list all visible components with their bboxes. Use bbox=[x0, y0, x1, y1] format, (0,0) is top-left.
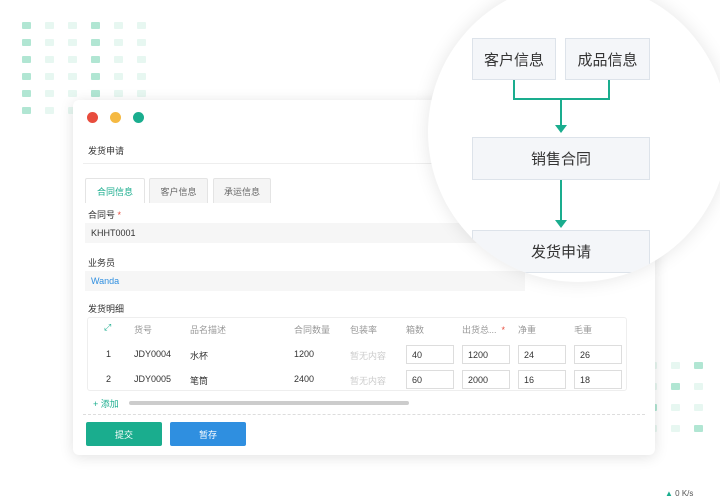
horizontal-scrollbar[interactable] bbox=[129, 401, 409, 405]
cell-code: JDY0004 bbox=[134, 349, 172, 359]
cell-name: 笔筒 bbox=[190, 376, 209, 386]
col-header: 品名描述 bbox=[190, 325, 227, 335]
decor-dot bbox=[694, 404, 703, 411]
save-draft-button[interactable]: 暂存 bbox=[170, 422, 246, 446]
maximize-dot[interactable] bbox=[133, 112, 144, 123]
net-input[interactable]: 24 bbox=[518, 345, 566, 364]
close-dot[interactable] bbox=[87, 112, 98, 123]
decor-dot bbox=[22, 56, 31, 63]
row-index: 1 bbox=[106, 349, 112, 359]
decor-dot bbox=[114, 39, 123, 46]
add-row-button[interactable]: + 添加 bbox=[93, 397, 119, 410]
decor-dot bbox=[22, 90, 31, 97]
arrow-down-icon bbox=[555, 220, 567, 228]
gross-input[interactable]: 26 bbox=[574, 345, 622, 364]
decor-dot bbox=[68, 73, 77, 80]
decor-dot bbox=[45, 90, 54, 97]
decor-dot bbox=[45, 56, 54, 63]
minimize-dot[interactable] bbox=[110, 112, 121, 123]
page-title: 发货申请 bbox=[88, 146, 125, 156]
boxes-input[interactable]: 40 bbox=[406, 345, 454, 364]
decor-dot bbox=[45, 39, 54, 46]
detail-table: ⤢ 货号 品名描述 合同数量 包装率 箱数 出货总... * 净重 毛重 1 J… bbox=[87, 317, 627, 391]
col-header: 货号 bbox=[134, 325, 153, 335]
decor-dot bbox=[671, 362, 680, 369]
contract-input[interactable]: KHHT0001 bbox=[85, 223, 525, 243]
decor-dot bbox=[68, 90, 77, 97]
submit-button[interactable]: 提交 bbox=[86, 422, 162, 446]
decor-dot bbox=[68, 39, 77, 46]
cell-qty: 2400 bbox=[294, 374, 315, 384]
cell-pack: 暂无内容 bbox=[350, 351, 387, 361]
decor-dot bbox=[137, 73, 146, 80]
decor-dot bbox=[22, 73, 31, 80]
divider bbox=[83, 414, 645, 415]
decor-dot bbox=[45, 22, 54, 29]
flow-diagram-magnifier: 客户信息 成品信息 销售合同 发货申请 bbox=[428, 0, 720, 282]
decor-dot bbox=[91, 73, 100, 80]
expand-icon[interactable]: ⤢ bbox=[104, 322, 111, 333]
detail-label: 发货明细 bbox=[88, 304, 125, 314]
flow-node-customer: 客户信息 bbox=[472, 38, 556, 80]
decor-dot bbox=[91, 90, 100, 97]
decor-dot bbox=[45, 73, 54, 80]
decor-dot bbox=[91, 56, 100, 63]
flow-node-contract: 销售合同 bbox=[472, 137, 650, 180]
arrow-down-icon bbox=[555, 125, 567, 133]
decor-dot bbox=[694, 383, 703, 390]
flow-node-product: 成品信息 bbox=[565, 38, 650, 80]
tab-contract-info[interactable]: 合同信息 bbox=[85, 178, 145, 203]
cell-name: 水杯 bbox=[190, 351, 209, 361]
decor-dot bbox=[114, 56, 123, 63]
decor-dot bbox=[68, 56, 77, 63]
network-status: ▲ 0 K/s bbox=[665, 489, 694, 498]
decor-dot bbox=[671, 425, 680, 432]
row-index: 2 bbox=[106, 374, 112, 384]
salesman-input[interactable]: Wanda bbox=[85, 271, 525, 291]
decor-dot bbox=[137, 56, 146, 63]
decor-dot bbox=[68, 22, 77, 29]
decor-dot bbox=[694, 362, 703, 369]
col-header: 合同数量 bbox=[294, 325, 331, 335]
flow-node-shipment: 发货申请 bbox=[472, 230, 650, 273]
decor-dot bbox=[114, 73, 123, 80]
decor-dot bbox=[45, 107, 54, 114]
cell-pack: 暂无内容 bbox=[350, 376, 387, 386]
decor-dot bbox=[137, 22, 146, 29]
tab-customer-info[interactable]: 客户信息 bbox=[149, 178, 208, 203]
decor-dot bbox=[137, 90, 146, 97]
salesman-label: 业务员 bbox=[88, 258, 116, 268]
decor-dot bbox=[694, 425, 703, 432]
table-row: 2 JDY0005 笔筒 2400 暂无内容 60 2000 16 18 bbox=[88, 369, 626, 391]
cell-qty: 1200 bbox=[294, 349, 315, 359]
decor-dot bbox=[22, 39, 31, 46]
col-header: 净重 bbox=[518, 325, 537, 335]
decor-dot bbox=[22, 107, 31, 114]
col-header: 出货总... * bbox=[462, 324, 506, 336]
decor-dot bbox=[91, 39, 100, 46]
tab-carrier-info[interactable]: 承运信息 bbox=[213, 178, 271, 203]
col-header: 包装率 bbox=[350, 325, 378, 335]
decor-dot bbox=[114, 22, 123, 29]
decor-dot bbox=[137, 39, 146, 46]
col-header: 毛重 bbox=[574, 325, 593, 335]
decor-dot bbox=[22, 22, 31, 29]
total-input[interactable]: 1200 bbox=[462, 345, 510, 364]
cell-code: JDY0005 bbox=[134, 374, 172, 384]
decor-dot bbox=[91, 22, 100, 29]
table-row: 1 JDY0004 水杯 1200 暂无内容 40 1200 24 26 bbox=[88, 344, 626, 366]
col-header: 箱数 bbox=[406, 325, 425, 335]
total-input[interactable]: 2000 bbox=[462, 370, 510, 389]
decor-dot bbox=[114, 90, 123, 97]
decor-dot bbox=[671, 404, 680, 411]
net-input[interactable]: 16 bbox=[518, 370, 566, 389]
decor-dot bbox=[671, 383, 680, 390]
boxes-input[interactable]: 60 bbox=[406, 370, 454, 389]
contract-label: 合同号 * bbox=[88, 210, 122, 220]
gross-input[interactable]: 18 bbox=[574, 370, 622, 389]
